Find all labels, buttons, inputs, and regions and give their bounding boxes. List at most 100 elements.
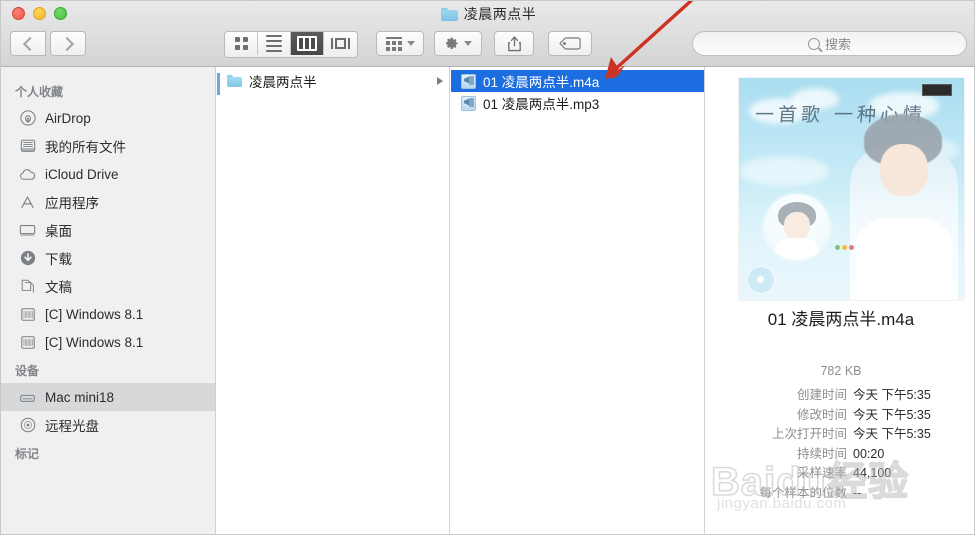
folder-icon — [227, 75, 242, 87]
metadata-row: 创建时间 今天 下午5:35 — [706, 386, 974, 406]
sidebar-item-label: 下载 — [45, 252, 72, 267]
artwork-circle-portrait — [764, 194, 830, 260]
back-button[interactable] — [10, 31, 46, 56]
window-title-text: 凌晨两点半 — [463, 6, 537, 22]
column-row-label: 凌晨两点半 — [249, 75, 317, 90]
metadata-label: 上次打开时间 — [771, 427, 847, 441]
airdrop-icon — [19, 110, 36, 127]
chevron-right-icon — [59, 36, 74, 51]
share-button[interactable] — [494, 31, 534, 56]
audio-file-icon — [461, 95, 476, 111]
metadata-label: 采样速率 — [796, 466, 847, 480]
harddisk-icon — [19, 389, 36, 406]
sidebar: 个人收藏 AirDrop 我的所有文件 iCloud Drive 应用程序 桌面… — [1, 67, 216, 534]
columns-icon — [297, 36, 317, 51]
icloud-icon — [19, 166, 36, 183]
sidebar-item-applications[interactable]: 应用程序 — [1, 188, 215, 216]
artwork-disc-badge — [747, 266, 775, 294]
window-title: 凌晨两点半 — [1, 4, 974, 24]
metadata-row: 修改时间 今天 下午5:35 — [706, 406, 974, 426]
sidebar-item-remote-disc[interactable]: 远程光盘 — [1, 411, 215, 439]
column-row-folder[interactable]: 凌晨两点半 — [217, 70, 449, 95]
metadata-value: 00:20 — [853, 446, 885, 461]
metadata-label: 创建时间 — [796, 388, 847, 402]
tag-button[interactable] — [548, 31, 592, 56]
sidebar-item-label: AirDrop — [45, 110, 91, 126]
sidebar-item-icloud-drive[interactable]: iCloud Drive — [1, 160, 215, 188]
chevron-down-icon — [406, 41, 415, 46]
sidebar-item-label: iCloud Drive — [45, 166, 119, 182]
list-icon — [266, 35, 282, 52]
preview-metadata-list: 创建时间 今天 下午5:35 修改时间 今天 下午5:35 上次打开时间 今天 … — [706, 386, 974, 504]
documents-icon — [19, 278, 36, 295]
sidebar-item-label: 远程光盘 — [45, 419, 99, 434]
metadata-row: 上次打开时间 今天 下午5:35 — [706, 425, 974, 445]
audio-file-icon — [461, 73, 476, 89]
share-icon — [507, 35, 522, 52]
finder-window: 凌晨两点半 搜索 个人收藏 AirDrop 我的所有文件 iCloud Driv… — [0, 0, 975, 535]
apps-icon — [19, 194, 36, 211]
column-selection-edge — [217, 73, 220, 95]
desktop-icon — [19, 222, 36, 239]
file-row-mp3[interactable]: 01 凌晨两点半.mp3 — [451, 92, 704, 114]
list-view-button[interactable] — [258, 32, 291, 55]
metadata-label: 每个样本的位数 — [759, 485, 847, 500]
sidebar-section-favorites-header: 个人收藏 — [15, 85, 64, 99]
preview-file-size: 782 KB — [820, 364, 862, 378]
metadata-label: 修改时间 — [796, 407, 847, 422]
sidebar-item-label: [C] Windows 8.1 — [45, 306, 144, 322]
download-icon — [19, 250, 36, 267]
sidebar-item-windows-drive-1[interactable]: [C] Windows 8.1 — [1, 300, 215, 328]
album-artwork: 一首歌 一种心情 — [739, 78, 964, 300]
folder-icon — [440, 7, 458, 21]
allfiles-icon — [19, 138, 36, 155]
chevron-left-icon — [22, 36, 37, 51]
forward-button[interactable] — [50, 31, 86, 56]
sidebar-item-desktop[interactable]: 桌面 — [1, 216, 215, 244]
preview-file-name: 01 凌晨两点半.m4a — [767, 310, 915, 329]
file-row-m4a[interactable]: 01 凌晨两点半.m4a — [451, 70, 704, 92]
column-view-button[interactable] — [291, 32, 324, 55]
metadata-row: 每个样本的位数 -- — [706, 484, 974, 504]
sidebar-item-documents[interactable]: 文稿 — [1, 272, 215, 300]
chevron-down-icon — [464, 41, 472, 46]
metadata-label: 持续时间 — [796, 446, 847, 461]
view-mode-segmented-control — [224, 31, 358, 58]
coverflow-view-button[interactable] — [324, 32, 357, 55]
disclosure-triangle-icon — [437, 77, 443, 85]
gear-icon — [444, 36, 459, 51]
sidebar-item-label: 我的所有文件 — [45, 140, 126, 155]
sidebar-item-label: 文稿 — [45, 280, 72, 295]
metadata-value: 44,100 — [853, 466, 892, 480]
sidebar-item-downloads[interactable]: 下载 — [1, 244, 215, 272]
arrange-button[interactable] — [376, 31, 424, 56]
metadata-value: -- — [853, 485, 862, 500]
search-input[interactable]: 搜索 — [692, 31, 967, 56]
sidebar-item-mac-mini18[interactable]: Mac mini18 — [1, 383, 215, 411]
tag-icon — [559, 37, 581, 50]
sidebar-item-all-my-files[interactable]: 我的所有文件 — [1, 132, 215, 160]
column-folder: 凌晨两点半 — [217, 67, 450, 534]
coverflow-icon — [331, 38, 350, 49]
drive-icon — [19, 306, 36, 323]
column-files: 01 凌晨两点半.m4a 01 凌晨两点半.mp3 — [451, 67, 705, 534]
search-placeholder: 搜索 — [824, 37, 851, 52]
optical-disc-icon — [19, 417, 36, 434]
icon-view-button[interactable] — [225, 32, 258, 55]
title-bar: 凌晨两点半 搜索 — [1, 1, 974, 67]
artwork-portrait-face — [880, 144, 928, 196]
toolbar: 搜索 — [1, 27, 974, 67]
metadata-row: 采样速率 44,100 — [706, 464, 974, 484]
sidebar-item-windows-drive-2[interactable]: [C] Windows 8.1 — [1, 328, 215, 356]
sidebar-item-airdrop[interactable]: AirDrop — [1, 104, 215, 132]
sidebar-item-label: [C] Windows 8.1 — [45, 334, 144, 350]
action-menu-button[interactable] — [434, 31, 482, 56]
search-icon — [807, 37, 820, 50]
sidebar-section-devices-header: 设备 — [15, 364, 40, 378]
grid-icon — [234, 37, 248, 50]
artwork-stamp — [922, 84, 952, 96]
sidebar-section-tags-header: 标记 — [15, 447, 40, 461]
sidebar-item-label: 应用程序 — [45, 196, 99, 211]
drive-icon — [19, 334, 36, 351]
metadata-value: 今天 下午5:35 — [853, 407, 931, 422]
